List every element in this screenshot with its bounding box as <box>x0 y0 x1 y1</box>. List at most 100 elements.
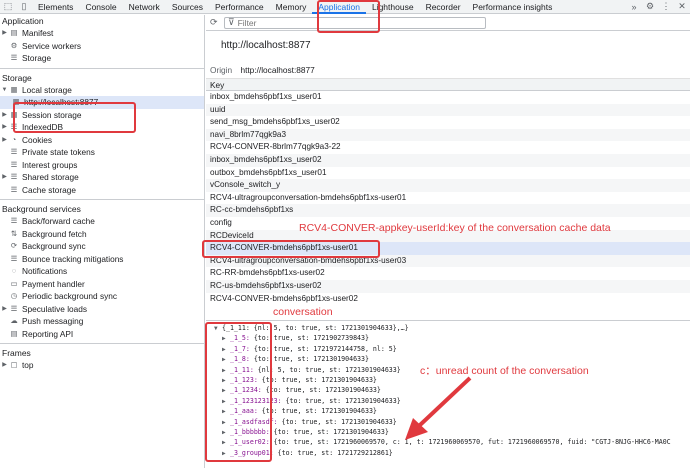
sidebar-item-payment-handler[interactable]: ▭ Payment handler <box>0 278 204 291</box>
storage-key-row[interactable]: RC-us-bmdehs6pbf1xs-user02 <box>206 279 690 293</box>
value-tree-line[interactable]: ▶ _3_group01: {to: true, st: 172172921286… <box>206 448 690 458</box>
sidebar-item-label: Service workers <box>22 40 82 51</box>
sidebar-item-label: Interest groups <box>22 159 78 170</box>
sidebar-item-bounce-tracking[interactable]: ☰ Bounce tracking mitigations <box>0 253 204 266</box>
key-column-header[interactable]: Key <box>206 79 690 91</box>
storage-key-row[interactable]: inbox_bmdehs6pbf1xs_user02 <box>206 153 690 167</box>
storage-key-row[interactable]: outbox_bmdehs6pbf1xs_user01 <box>206 167 690 180</box>
sidebar-item-back-forward-cache[interactable]: ☰ Back/forward cache <box>0 215 204 228</box>
value-tree-line[interactable]: ▶ _1_7: {to: true, st: 1721972144758, nl:… <box>206 344 690 354</box>
sidebar-item-frame-top[interactable]: ▶ ▢ top <box>0 359 204 372</box>
value-tree-value: {to: true, st: 1721301904633} <box>261 386 381 395</box>
divider <box>0 67 204 69</box>
tab-elements[interactable]: Elements <box>32 0 79 14</box>
value-tree-line[interactable]: ▶ _1_asdfasdf: {to: true, st: 17213019046… <box>206 417 690 427</box>
collapse-arrow-icon[interactable]: ▼ <box>0 84 9 97</box>
value-tree-line[interactable]: ▶ _1_1234: {to: true, st: 1721301904633} <box>206 385 690 395</box>
tab-network[interactable]: Network <box>123 0 166 14</box>
storage-key-row[interactable]: RCV4-ultragroupconversation-bmdehs6pbf1x… <box>206 192 690 205</box>
section-title-application: Application <box>2 16 44 26</box>
fetch-icon: ⇅ <box>10 228 18 238</box>
database-icon: ☰ <box>10 147 18 156</box>
divider <box>0 343 204 344</box>
value-tree-value: {to: true, st: 1721960069570, c: 1, t: 1… <box>269 438 671 447</box>
expand-arrow-icon[interactable]: ▶ <box>0 134 9 147</box>
close-icon[interactable]: ✕ <box>674 1 690 12</box>
value-tree-value: {to: true, st: 1721729212861} <box>273 448 393 457</box>
sidebar-item-service-workers[interactable]: ⚙ Service workers <box>0 40 204 53</box>
more-tabs-icon[interactable]: » <box>626 2 642 12</box>
sidebar-item-push-messaging[interactable]: ☁ Push messaging <box>0 315 204 328</box>
sidebar-item-label: Push messaging <box>22 316 84 326</box>
inspect-element-icon[interactable]: ⬚ <box>0 0 16 14</box>
sidebar-item-cache-storage[interactable]: ☰ Cache storage <box>0 184 204 197</box>
more-options-icon[interactable]: ⋮ <box>658 1 674 12</box>
storage-key-row[interactable]: vConsole_switch_y <box>206 179 690 192</box>
expand-arrow-icon[interactable]: ▶ <box>0 109 9 122</box>
storage-key-row[interactable]: RC-RR-bmdehs6pbf1xs-user02 <box>206 267 690 280</box>
storage-key-row[interactable]: RCV4-CONVER-8brlm77qgk9a3-22 <box>206 141 690 154</box>
tab-sources[interactable]: Sources <box>166 0 209 14</box>
refresh-icon[interactable]: ⟳ <box>210 17 224 28</box>
annotation-conversation-label: conversation <box>273 306 333 318</box>
application-sidebar: Application ▶ ▤ Manifest ⚙ Service workers … <box>0 15 205 468</box>
sidebar-item-label: Background sync <box>22 241 86 251</box>
expand-arrow-icon[interactable]: ▶ <box>0 27 9 40</box>
sidebar-item-periodic-background-sync[interactable]: ◷ Periodic background sync <box>0 290 204 303</box>
sidebar-item-background-fetch[interactable]: ⇅ Background fetch <box>0 228 204 241</box>
grid-icon: ▦ <box>10 84 18 94</box>
section-title-storage: Storage <box>2 72 32 83</box>
origin-row: Origin http://localhost:8877 <box>206 61 690 79</box>
value-tree-value: {to: true, st: 1721301904633} <box>269 427 389 436</box>
expand-arrow-icon[interactable]: ▶ <box>0 359 9 372</box>
value-preview-pane: ▼ {_1_11: {nl: 5, to: true, st: 172130190… <box>206 320 690 468</box>
storage-key-row[interactable]: RCV4-CONVER-bmdehs6pbf1xs-user02 <box>206 293 690 306</box>
value-tree-line[interactable]: ▶ _1_user02: {to: true, st: 1721960069570… <box>206 437 690 447</box>
device-toggle-icon[interactable]: ▯ <box>16 0 32 14</box>
sidebar-item-label: Bounce tracking mitigations <box>22 253 124 264</box>
sidebar-item-storage[interactable]: ☰ Storage <box>0 52 204 65</box>
section-title-background-services: Background services <box>2 204 81 214</box>
expand-arrow-icon[interactable]: ▶ <box>0 121 9 134</box>
storage-key-row[interactable]: RC-cc-bmdehs6pbf1xs <box>206 204 690 217</box>
sidebar-item-shared-storage[interactable]: ▶ ☰ Shared storage <box>0 171 204 184</box>
sidebar-item-label: Back/forward cache <box>22 216 95 226</box>
sidebar-item-local-storage[interactable]: ▼ ▦ Local storage <box>0 84 204 97</box>
value-tree-line[interactable]: ▶ _1_aaa: {to: true, st: 1721301904633} <box>206 406 690 416</box>
tab-memory[interactable]: Memory <box>270 0 313 14</box>
tab-recorder[interactable]: Recorder <box>420 0 467 14</box>
tab-performance-insights[interactable]: Performance insights <box>467 0 559 14</box>
card-icon: ▭ <box>10 278 18 288</box>
storage-key-row[interactable]: navi_8brlm77qgk9a3 <box>206 128 690 142</box>
value-tree-line[interactable]: ▶ _1_bbbbbb: {to: true, st: 1721301904633… <box>206 427 690 437</box>
value-tree-value: {to: true, st: 1721301904633} <box>257 407 377 416</box>
settings-gear-icon[interactable]: ⚙ <box>642 1 658 12</box>
value-tree-line[interactable]: ▶ _1_123123123: {to: true, st: 1721301904… <box>206 396 690 406</box>
sidebar-item-reporting-api[interactable]: ▤ Reporting API <box>0 328 204 341</box>
sidebar-item-label: Manifest <box>22 28 54 38</box>
sidebar-item-background-sync[interactable]: ⟳ Background sync <box>0 240 204 253</box>
sync-icon: ⟳ <box>10 241 18 250</box>
tab-console[interactable]: Console <box>79 0 122 14</box>
value-tree-line[interactable]: ▶ _1_5: {to: true, st: 1721902739843} <box>206 333 690 343</box>
annotation-box-application-tab <box>317 0 380 33</box>
storage-key-row[interactable]: send_msg_bmdehs6pbf1xs_user02 <box>206 116 690 129</box>
value-tree-line[interactable]: ▼ {_1_11: {nl: 5, to: true, st: 172130190… <box>206 323 690 333</box>
expand-arrow-icon[interactable]: ▶ <box>0 303 9 316</box>
section-title-frames: Frames <box>2 348 31 358</box>
annotation-box-local-storage <box>13 102 136 133</box>
storage-key-row[interactable]: uuid <box>206 103 690 117</box>
database-icon: ☰ <box>10 216 18 225</box>
sidebar-item-private-state-tokens[interactable]: ☰ Private state tokens <box>0 146 204 159</box>
sidebar-item-manifest[interactable]: ▶ ▤ Manifest <box>0 27 204 40</box>
value-tree-value: {to: true, st: 1721301904633} <box>257 375 377 384</box>
sidebar-item-label: Shared storage <box>22 172 79 182</box>
sidebar-item-interest-groups[interactable]: ☰ Interest groups <box>0 159 204 172</box>
annotation-box-conversation-ids <box>205 322 272 462</box>
sidebar-item-cookies[interactable]: ▶ ◔ Cookies <box>0 134 204 147</box>
sidebar-item-speculative-loads[interactable]: ▶ ☰ Speculative loads <box>0 303 204 316</box>
storage-key-row[interactable]: inbox_bmdehs6pbf1xs_user01 <box>206 91 690 104</box>
expand-arrow-icon[interactable]: ▶ <box>0 171 9 184</box>
tab-performance[interactable]: Performance <box>209 0 270 14</box>
sidebar-item-notifications[interactable]: ◌ Notifications <box>0 265 204 278</box>
